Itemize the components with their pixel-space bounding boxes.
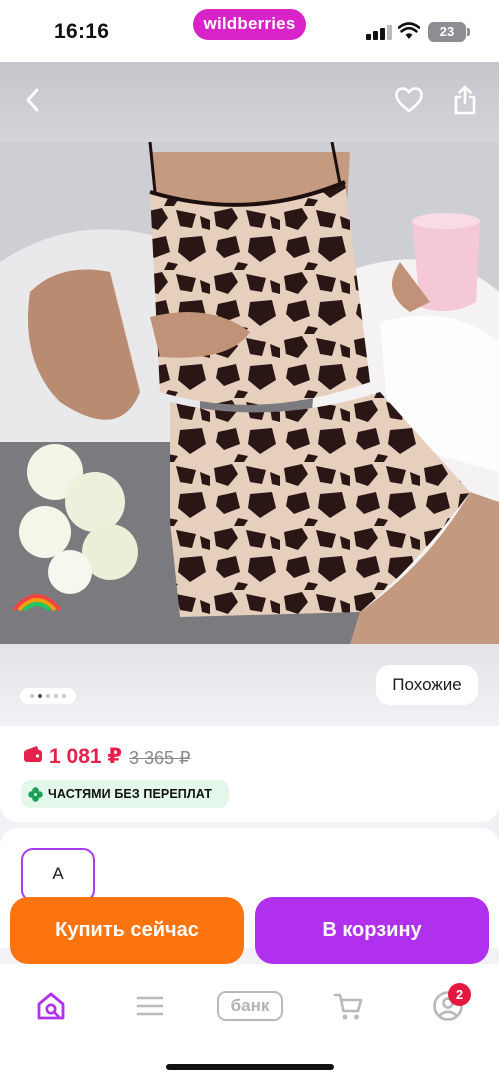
- home-search-icon: [37, 992, 65, 1020]
- tab-bar: [0, 964, 499, 1080]
- product-photo-illustration: [0, 142, 499, 644]
- wifi-icon: [398, 22, 420, 39]
- installment-label: ЧАСТЯМИ БЕЗ ПЕРЕПЛАТ: [48, 787, 212, 801]
- gallery-dot: [62, 694, 66, 698]
- tab-home[interactable]: [31, 986, 71, 1026]
- back-button[interactable]: [13, 80, 53, 120]
- chevron-left-icon: [26, 88, 39, 112]
- size-option[interactable]: A: [21, 848, 95, 902]
- status-time: 16:16: [54, 20, 110, 43]
- add-to-cart-button[interactable]: В корзину: [255, 897, 489, 964]
- battery-indicator: 23: [428, 22, 466, 42]
- share-button[interactable]: [445, 80, 485, 120]
- gallery-dot: [46, 694, 50, 698]
- tab-catalog[interactable]: [130, 986, 170, 1026]
- cart-icon: [333, 993, 363, 1020]
- product-page: 16:16 wildberries 23 Похожие 1 081 ₽ 3 3…: [0, 0, 499, 1080]
- tab-cart[interactable]: [329, 986, 369, 1026]
- current-price: 1 081 ₽: [49, 745, 122, 768]
- clover-icon: [28, 786, 43, 802]
- status-bar: 16:16 wildberries 23: [0, 0, 499, 62]
- battery-tip: [467, 28, 470, 36]
- gallery-dot: [54, 694, 58, 698]
- old-price: 3 365 ₽: [129, 748, 191, 768]
- share-icon: [454, 85, 476, 115]
- product-photo[interactable]: [0, 142, 499, 644]
- gallery-pagination[interactable]: [20, 688, 76, 704]
- gallery-dot: [30, 694, 34, 698]
- wallet-icon: [24, 746, 42, 762]
- similar-button[interactable]: Похожие: [376, 665, 478, 705]
- favorite-button[interactable]: [389, 80, 429, 120]
- heart-icon: [395, 87, 423, 113]
- cellular-signal-icon: [366, 24, 392, 40]
- brand-logo: wildberries: [193, 9, 306, 40]
- buy-now-button[interactable]: Купить сейчас: [10, 897, 244, 964]
- installment-badge[interactable]: ЧАСТЯМИ БЕЗ ПЕРЕПЛАТ: [21, 780, 229, 808]
- profile-notification-badge: 2: [448, 983, 471, 1006]
- menu-icon: [136, 996, 164, 1016]
- tab-bank[interactable]: банк: [217, 991, 283, 1021]
- home-indicator: [166, 1064, 334, 1070]
- gallery-dot-active: [38, 694, 42, 698]
